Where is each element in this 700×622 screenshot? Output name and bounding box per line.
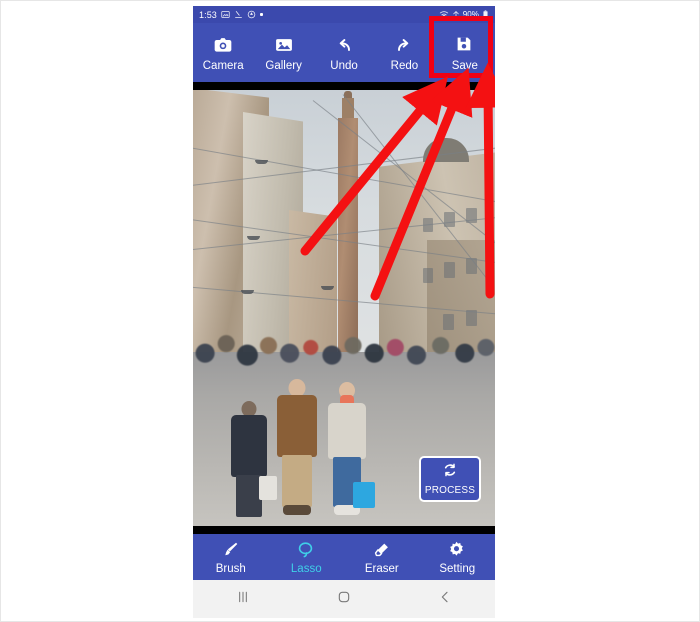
lasso-label: Lasso [290, 563, 322, 576]
street-lamp [255, 160, 268, 164]
recents-icon[interactable] [223, 586, 263, 608]
blue-shopping-bag [353, 482, 375, 508]
android-nav-bar [193, 580, 495, 613]
process-button[interactable]: PROCESS [419, 456, 481, 502]
setting-tool-button[interactable]: Setting [420, 534, 496, 580]
top-toolbar: Camera Gallery Undo Redo Save [193, 23, 495, 82]
status-bar: 1:53 90% [193, 6, 495, 23]
help-icon[interactable]: ? [458, 97, 473, 112]
gallery-icon [274, 35, 294, 55]
undo-button[interactable]: Undo [314, 23, 374, 82]
redo-label: Redo [390, 60, 419, 73]
gallery-button[interactable]: Gallery [253, 23, 313, 82]
camera-button[interactable]: Camera [193, 23, 253, 82]
refresh-icon [442, 462, 458, 483]
window [444, 262, 455, 278]
battery-text: 90% [462, 10, 479, 19]
process-label: PROCESS [424, 485, 476, 496]
crowd [193, 286, 495, 383]
redo-button[interactable]: Redo [374, 23, 434, 82]
gear-icon [447, 540, 467, 560]
eraser-tool-button[interactable]: Eraser [344, 534, 420, 580]
status-bar-right: 90% [439, 10, 489, 19]
dot-icon [259, 13, 263, 16]
setting-label: Setting [439, 563, 476, 576]
download-icon [234, 10, 243, 19]
save-label: Save [451, 60, 478, 73]
lasso-tool-button[interactable]: Lasso [269, 534, 345, 580]
page-frame: 1:53 90% Camera Gallery Undo Redo Save ?… [0, 0, 700, 622]
redo-icon [394, 35, 414, 55]
home-icon[interactable] [324, 586, 364, 608]
window [423, 268, 433, 283]
status-time: 1:53 [199, 9, 217, 20]
battery-icon [482, 10, 489, 19]
camera-label: Camera [202, 60, 244, 73]
camera-icon [213, 35, 233, 55]
wifi-icon [439, 10, 449, 19]
eraser-label: Eraser [364, 563, 399, 576]
image-canvas[interactable]: ? PROCESS [193, 82, 495, 534]
phone-screen: 1:53 90% Camera Gallery Undo Redo Save ?… [193, 6, 495, 618]
pedestrian-man [275, 379, 319, 517]
photo-image[interactable]: ? PROCESS [193, 90, 495, 526]
bottom-toolbar: Brush Lasso Eraser Setting [193, 534, 495, 580]
gallery-label: Gallery [265, 60, 302, 73]
undo-label: Undo [330, 60, 358, 73]
white-shopping-bag [259, 476, 277, 500]
eraser-icon [372, 540, 392, 560]
save-button[interactable]: Save [435, 23, 495, 82]
drop-icon [247, 10, 256, 19]
back-icon[interactable] [425, 586, 465, 608]
status-bar-left: 1:53 [199, 10, 263, 20]
undo-icon [334, 35, 354, 55]
lasso-icon [296, 540, 316, 560]
photo-icon [221, 10, 230, 19]
street-lamp [247, 236, 260, 240]
save-icon [455, 35, 475, 55]
signal-icon [452, 10, 460, 19]
brush-tool-button[interactable]: Brush [193, 534, 269, 580]
brush-icon [221, 540, 241, 560]
brush-label: Brush [215, 563, 246, 576]
